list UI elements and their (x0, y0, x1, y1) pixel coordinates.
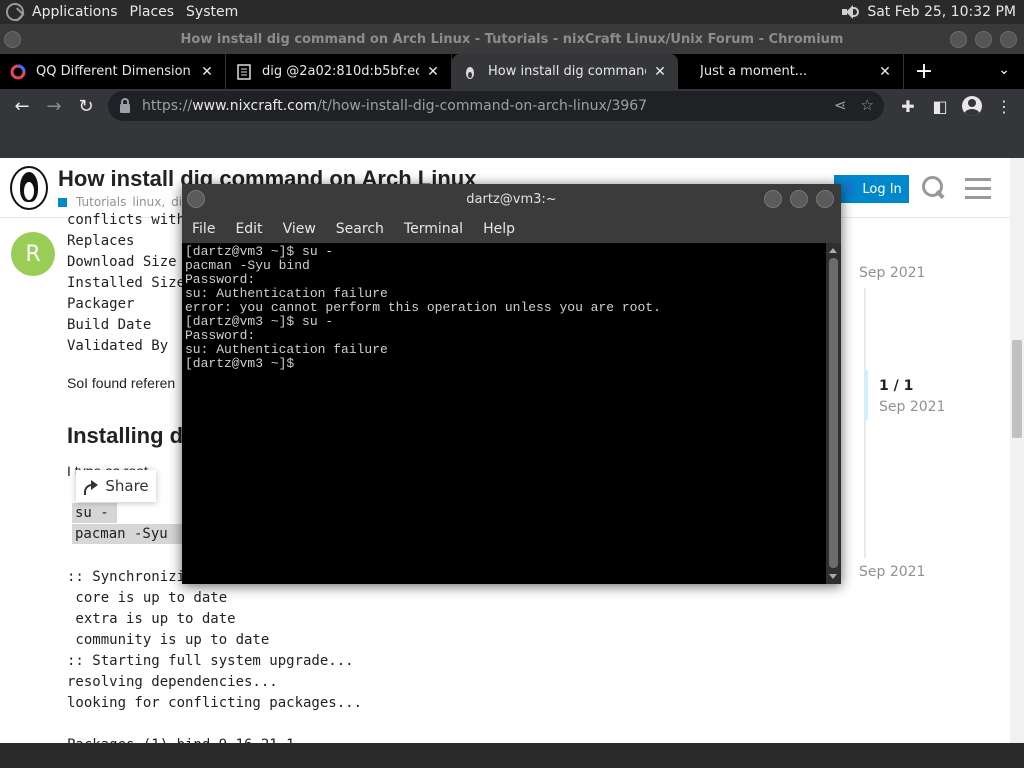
page-favicon-icon (237, 63, 251, 80)
browser-window-title: How install dig command on Arch Linux - … (180, 31, 844, 47)
maximize-button[interactable] (975, 31, 992, 48)
close-window-button[interactable] (1000, 31, 1017, 48)
menu-file[interactable]: File (182, 221, 225, 237)
hamburger-menu-icon[interactable] (965, 178, 991, 199)
bottom-panel (0, 743, 1024, 768)
tab-close-icon[interactable]: ✕ (652, 64, 668, 80)
terminal-maximize-button[interactable] (790, 190, 808, 208)
nixcraft-logo[interactable] (10, 166, 48, 210)
tab-label: Just a moment... (700, 64, 808, 79)
share-icon (83, 479, 99, 495)
quote-share-button[interactable]: Share (76, 470, 156, 502)
timeline-handle[interactable] (864, 370, 868, 420)
bookmark-star-icon[interactable]: ☆ (861, 96, 874, 114)
terminal-minimize-button[interactable] (764, 190, 782, 208)
terminal-scrollbar[interactable] (826, 243, 841, 584)
tab-search-chevron-icon[interactable]: ⌄ (998, 62, 1010, 78)
scrollbar-thumb[interactable] (1012, 340, 1022, 438)
side-panel-icon[interactable]: ◧ (928, 90, 952, 122)
tab-nixcraft[interactable]: How install dig command o ✕ (452, 54, 678, 89)
tab-qq[interactable]: QQ Different Dimension Me ✕ (0, 54, 226, 89)
page-scrollbar[interactable] (1010, 158, 1024, 743)
system-menu-label: System (186, 4, 239, 20)
tab-close-icon[interactable]: ✕ (425, 64, 441, 80)
timeline-count: 1 / 1 (879, 378, 914, 394)
menu-search[interactable]: Search (326, 221, 394, 237)
reload-button[interactable]: ↻ (70, 90, 102, 122)
category-color-icon (58, 197, 67, 207)
tab-label: How install dig command o (488, 64, 646, 79)
timeline-track[interactable] (864, 288, 866, 558)
avatar[interactable]: R (11, 232, 55, 276)
nixcraft-favicon-icon (466, 66, 474, 79)
package-info-pre: conflicts with Replaces Download Size In… (67, 212, 186, 354)
applications-menu-label: Applications (32, 4, 118, 20)
minimize-button[interactable] (950, 31, 967, 48)
post-paragraph: SoI found referen (67, 375, 176, 391)
post-heading: Installing d (67, 423, 184, 448)
tab-label: dig @2a02:810d:b5bf:ecf0:: (262, 64, 419, 79)
tab-dig[interactable]: dig @2a02:810d:b5bf:ecf0:: ✕ (226, 54, 452, 89)
code-line: su - (75, 505, 109, 521)
tab-just-a-moment[interactable]: Just a moment... ✕ (678, 54, 904, 89)
system-menu[interactable]: System (180, 0, 244, 24)
search-icon[interactable] (921, 175, 945, 199)
forward-button[interactable]: → (38, 90, 70, 122)
places-menu-label: Places (129, 4, 175, 20)
browser-toolbar: ← → ↻ https://www.nixcraft.com/t/how-ins… (0, 89, 1024, 123)
terminal-output[interactable]: [dartz@vm3 ~]$ su - pacman -Syu bind Pas… (182, 243, 826, 584)
top-panel: Applications Places System Sat Feb 25, 1… (0, 0, 1024, 24)
pacman-output-pre: :: Synchronizing package core is up to d… (67, 569, 363, 743)
tab-label: QQ Different Dimension Me (36, 64, 193, 79)
login-label: Log In (862, 181, 902, 197)
url-host: www.nixcraft.com (192, 98, 318, 114)
scrollbar-thumb[interactable] (829, 258, 838, 568)
menu-terminal[interactable]: Terminal (394, 221, 473, 237)
scroll-up-icon[interactable] (829, 248, 837, 253)
timeline-current-date: Sep 2021 (879, 399, 946, 415)
terminal-title: dartz@vm3:~ (466, 192, 557, 207)
back-button[interactable]: ← (6, 90, 38, 122)
url-path: /t/how-install-dig-command-on-arch-linux… (317, 98, 648, 114)
timeline-end-date[interactable]: Sep 2021 (859, 564, 925, 580)
lock-icon[interactable] (120, 97, 130, 113)
scroll-down-icon[interactable] (829, 574, 837, 579)
menu-view[interactable]: View (273, 221, 326, 237)
terminal-window: dartz@vm3:~ File Edit View Search Termin… (182, 184, 841, 584)
address-bar[interactable]: https://www.nixcraft.com/t/how-install-d… (108, 91, 884, 121)
new-tab-button[interactable]: + (904, 54, 944, 89)
avatar-letter: R (25, 241, 41, 267)
breadcrumb: Tutorials linux, dig (58, 195, 190, 209)
terminal-window-menu-button[interactable] (187, 190, 205, 208)
window-menu-button[interactable] (4, 31, 21, 48)
qq-favicon-icon (10, 64, 26, 79)
browser-menu-icon[interactable]: ⋮ (992, 90, 1016, 122)
code-line: pacman -Syu (75, 526, 168, 542)
share-label: Share (105, 477, 149, 495)
volume-icon[interactable] (841, 4, 860, 20)
login-button[interactable]: 👤 Log In (834, 175, 909, 203)
distro-logo-icon (6, 3, 24, 21)
profile-avatar-icon[interactable] (960, 90, 984, 122)
menu-edit[interactable]: Edit (225, 221, 272, 237)
tag-link[interactable]: linux, (132, 195, 165, 209)
places-menu[interactable]: Places (124, 0, 181, 24)
browser-titlebar: How install dig command on Arch Linux - … (0, 24, 1024, 54)
terminal-close-button[interactable] (816, 190, 834, 208)
menu-help[interactable]: Help (473, 221, 525, 237)
category-link[interactable]: Tutorials (76, 195, 126, 209)
tab-strip: QQ Different Dimension Me ✕ dig @2a02:81… (0, 54, 1024, 89)
tab-close-icon[interactable]: ✕ (199, 64, 215, 80)
bookmark-bar (0, 123, 1024, 158)
extensions-puzzle-icon[interactable]: ✚ (896, 90, 920, 122)
timeline-start-date[interactable]: Sep 2021 (859, 265, 925, 281)
share-page-icon[interactable]: ⋖ (834, 96, 847, 114)
panel-clock[interactable]: Sat Feb 25, 10:32 PM (867, 4, 1016, 20)
tab-close-icon[interactable]: ✕ (877, 64, 893, 80)
applications-menu[interactable]: Applications (0, 0, 124, 24)
url-scheme: https:// (142, 98, 193, 114)
terminal-menubar: File Edit View Search Terminal Help (182, 215, 841, 243)
user-icon: 👤 (841, 181, 858, 197)
terminal-titlebar[interactable]: dartz@vm3:~ (182, 184, 841, 215)
